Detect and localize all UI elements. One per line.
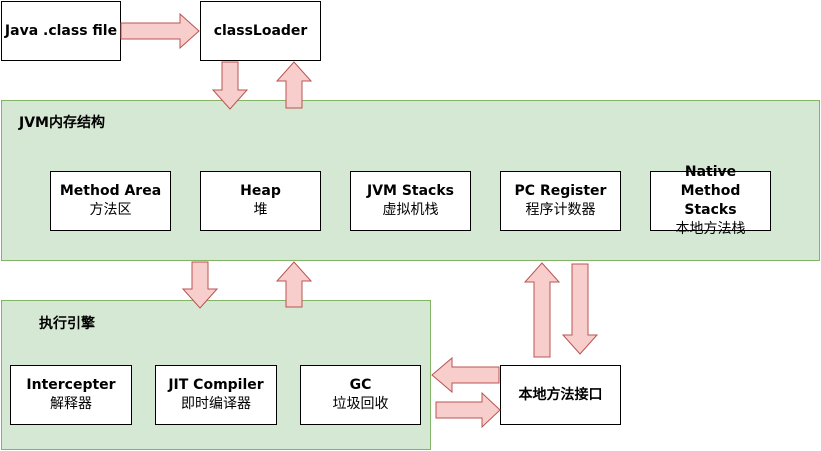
arrow-engine-to-jvm bbox=[275, 261, 313, 308]
arrow-jvm-to-loader bbox=[275, 61, 313, 109]
arrows-layer bbox=[120, 12, 599, 429]
arrow-class-file-to-loader bbox=[120, 12, 200, 50]
arrow-native-to-engine bbox=[431, 356, 500, 394]
arrow-jvm-to-engine bbox=[181, 261, 219, 309]
arrow-loader-to-jvm bbox=[211, 61, 249, 110]
arrow-pc-register-to-native bbox=[561, 263, 599, 355]
arrow-native-to-pc-register bbox=[523, 262, 561, 358]
arrow-engine-to-native bbox=[435, 391, 501, 429]
